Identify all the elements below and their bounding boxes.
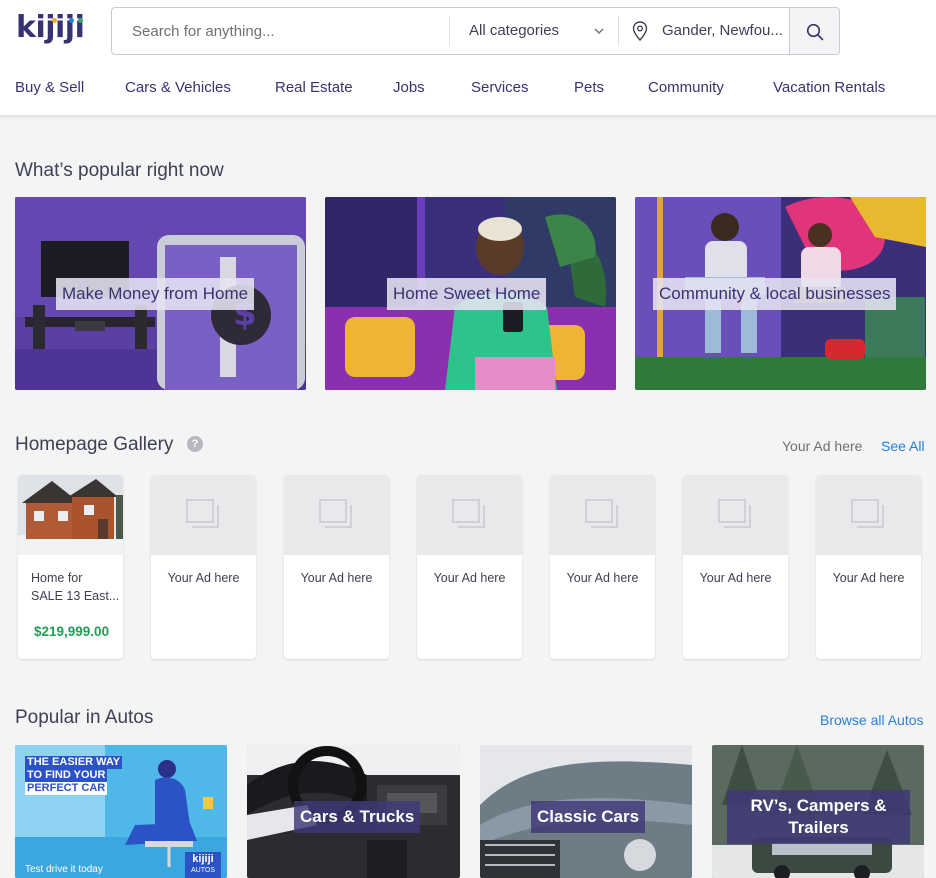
placeholder-text: Your Ad here bbox=[433, 571, 506, 585]
search-bar: All categories Gander, Newfou... bbox=[111, 7, 840, 55]
image-placeholder-icon bbox=[452, 499, 485, 528]
gallery-placeholder-card[interactable]: Your Ad here bbox=[683, 475, 788, 659]
placeholder-thumb bbox=[284, 475, 389, 555]
category-select-value: All categories bbox=[469, 22, 560, 39]
listing-price: $219,999.00 bbox=[34, 624, 110, 639]
category-nav: Buy & Sell Cars & Vehicles Real Estate J… bbox=[0, 70, 936, 106]
see-all-link[interactable]: See All bbox=[881, 438, 925, 454]
autos-section-title: Popular in Autos bbox=[15, 707, 154, 728]
gallery-placeholder-card[interactable]: Your Ad here bbox=[550, 475, 655, 659]
tile-label: Community & local businesses bbox=[653, 278, 897, 310]
gallery-placeholder-card[interactable]: Your Ad here bbox=[417, 475, 522, 659]
promo-headline-line3: PERFECT CAR bbox=[25, 782, 108, 795]
listing-title-line1: Home for bbox=[31, 571, 83, 585]
nav-item-jobs[interactable]: Jobs bbox=[393, 79, 425, 96]
image-placeholder-icon bbox=[585, 499, 618, 528]
placeholder-thumb bbox=[151, 475, 256, 555]
placeholder-thumb bbox=[683, 475, 788, 555]
autos-promo-tile[interactable]: THE EASIER WAY TO FIND YOUR PERFECT CAR … bbox=[15, 745, 227, 878]
location-pin-icon bbox=[632, 21, 648, 41]
placeholder-text: Your Ad here bbox=[832, 571, 905, 585]
logo-text: kijiji bbox=[16, 10, 85, 45]
nav-item-buy-sell[interactable]: Buy & Sell bbox=[15, 79, 84, 96]
badge-brand: kijiji bbox=[192, 853, 214, 865]
category-select[interactable]: All categories bbox=[450, 8, 618, 54]
promo-headline-line2: TO FIND YOUR bbox=[25, 769, 108, 782]
placeholder-text: Your Ad here bbox=[699, 571, 772, 585]
logo-dot-icon bbox=[78, 18, 83, 23]
autos-tile-rvs-campers[interactable]: RV’s, Campers & Trailers bbox=[712, 745, 924, 878]
badge-sub: AUTOS bbox=[191, 867, 215, 874]
kijiji-logo[interactable]: kijiji bbox=[16, 10, 85, 45]
nav-item-community[interactable]: Community bbox=[648, 79, 724, 96]
tile-label: Make Money from Home bbox=[56, 278, 255, 310]
gallery-listing-card[interactable]: Home for SALE 13 East... $219,999.00 bbox=[18, 475, 123, 659]
image-placeholder-icon bbox=[186, 499, 219, 528]
popular-section-title: What’s popular right now bbox=[15, 160, 224, 181]
location-field[interactable]: Gander, Newfou... bbox=[619, 8, 789, 54]
gallery-placeholder-card[interactable]: Your Ad here bbox=[816, 475, 921, 659]
nav-item-pets[interactable]: Pets bbox=[574, 79, 604, 96]
popular-tile-home-sweet-home[interactable]: Home Sweet Home bbox=[325, 197, 616, 390]
logo-dot-icon bbox=[69, 18, 74, 23]
kijiji-autos-badge: kijiji AUTOS bbox=[185, 852, 221, 878]
autos-tile-classic-cars[interactable]: Classic Cars bbox=[480, 745, 692, 878]
image-placeholder-icon bbox=[718, 499, 751, 528]
placeholder-thumb bbox=[816, 475, 921, 555]
site-header: kijiji All categories Gander, Newfou... bbox=[0, 0, 936, 116]
search-icon bbox=[806, 23, 824, 41]
tile-label: Cars & Trucks bbox=[294, 801, 421, 833]
placeholder-text: Your Ad here bbox=[566, 571, 639, 585]
tile-label: Classic Cars bbox=[531, 801, 646, 833]
placeholder-text: Your Ad here bbox=[300, 571, 373, 585]
tile-label-line2: Trailers bbox=[788, 818, 849, 837]
listing-title-line2: SALE 13 East... bbox=[31, 589, 120, 603]
popular-tile-make-money[interactable]: $ Make Money from Home bbox=[15, 197, 306, 390]
gallery-section-title: Homepage Gallery bbox=[15, 434, 174, 455]
tile-label: Home Sweet Home bbox=[387, 278, 547, 310]
placeholder-thumb bbox=[550, 475, 655, 555]
popular-tile-community[interactable]: Community & local businesses bbox=[635, 197, 926, 390]
tile-label: RV’s, Campers & Trailers bbox=[727, 790, 910, 844]
logo-dot-icon bbox=[52, 18, 57, 23]
tile-label-line1: RV’s, Campers & bbox=[750, 796, 887, 815]
nav-item-cars-vehicles[interactable]: Cars & Vehicles bbox=[125, 79, 231, 96]
nav-item-services[interactable]: Services bbox=[471, 79, 529, 96]
gallery-placeholder-card[interactable]: Your Ad here bbox=[284, 475, 389, 659]
search-button[interactable] bbox=[789, 8, 839, 54]
listing-house-photo bbox=[18, 475, 123, 555]
search-input[interactable] bbox=[112, 8, 449, 54]
nav-item-vacation-rentals[interactable]: Vacation Rentals bbox=[773, 79, 885, 96]
your-ad-here-link[interactable]: Your Ad here bbox=[782, 438, 862, 454]
promo-headline-line1: THE EASIER WAY bbox=[25, 756, 123, 769]
chevron-down-icon bbox=[594, 28, 604, 34]
placeholder-text: Your Ad here bbox=[167, 571, 240, 585]
help-icon[interactable]: ? bbox=[187, 436, 203, 452]
gallery-placeholder-card[interactable]: Your Ad here bbox=[151, 475, 256, 659]
promo-footer-text: Test drive it today bbox=[25, 864, 103, 875]
placeholder-thumb bbox=[417, 475, 522, 555]
browse-all-autos-link[interactable]: Browse all Autos bbox=[820, 712, 924, 728]
nav-item-real-estate[interactable]: Real Estate bbox=[275, 79, 353, 96]
autos-tile-cars-trucks[interactable]: Cars & Trucks bbox=[247, 745, 460, 878]
image-placeholder-icon bbox=[319, 499, 352, 528]
image-placeholder-icon bbox=[851, 499, 884, 528]
location-value: Gander, Newfou... bbox=[662, 22, 783, 39]
